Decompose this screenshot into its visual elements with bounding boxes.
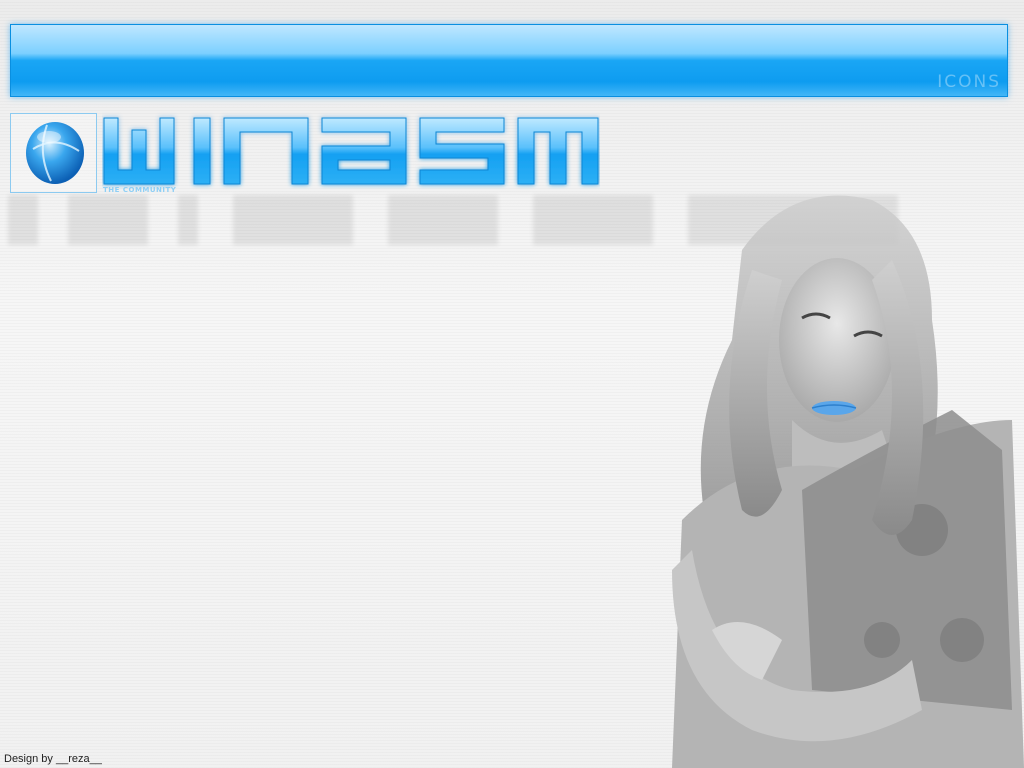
design-credit: Design by __reza__ xyxy=(4,753,102,765)
top-bar-label: ICONS xyxy=(937,72,1001,92)
portrait-photo xyxy=(672,195,1024,768)
globe-icon xyxy=(26,122,84,184)
winasm-logo xyxy=(103,117,599,185)
globe-icon-frame xyxy=(10,113,97,193)
top-banner-bar: ICONS xyxy=(10,24,1008,97)
logo-tagline: THE COMMUNITY xyxy=(103,186,177,194)
